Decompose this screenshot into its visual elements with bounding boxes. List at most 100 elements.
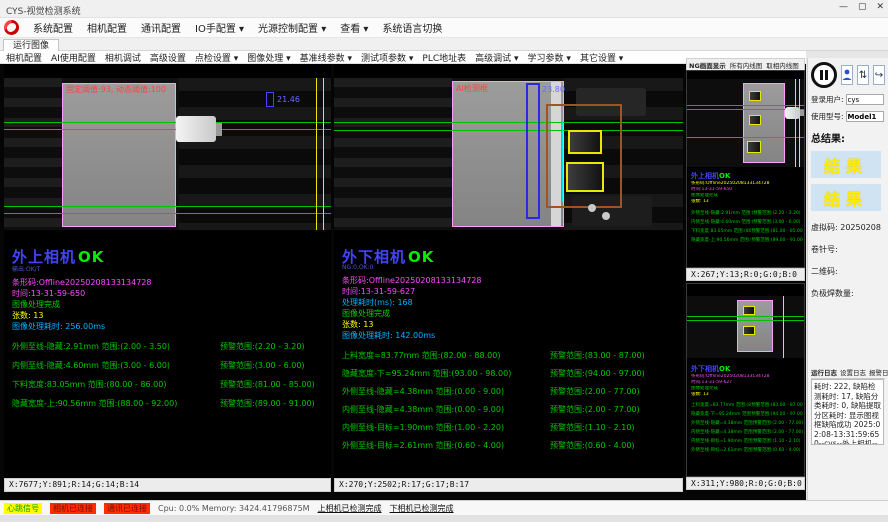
lower-camera-done-text: 下相机已检测完成 (390, 503, 454, 514)
measurement-row: 外侧至线-隐藏:2.91mm 范围:(2.00 - 3.50) 预警范围:(2.… (691, 210, 803, 219)
elapsed-line: 图像处理耗时: 256.00ms (12, 321, 326, 332)
right-camera-image: AI检测框 23.80 (334, 78, 683, 230)
measurement-row: 外侧至线-隐藏=4.38mm 范围:(0.00 - 9.00) 预警范围:(2.… (691, 420, 803, 429)
close-icon[interactable]: ✕ (876, 2, 884, 12)
measurement-row: 隐藏宽度-上:90.56mm 范围:(88.00 - 92.00) 预警范围:(… (12, 398, 326, 417)
barcode-line: 条形码:Offline20250208133134728 (342, 275, 677, 286)
machine-texture (4, 78, 62, 230)
toolbar-item[interactable]: 相机配置 (6, 51, 42, 64)
heartbeat-badge: 心跳信号 (4, 503, 42, 514)
toolbar-item[interactable]: 点检设置 ▾ (195, 51, 238, 64)
right-camera-view[interactable]: AI检测框 23.80 外下相机OK NG:0,OK:0 条形码:Offline… (334, 64, 683, 478)
toolbar-item[interactable]: 高级调试 ▾ (475, 51, 518, 64)
model-input[interactable] (846, 111, 884, 122)
left-coord-bar: X:7677;Y:891;R:14;G:14;B:14 (4, 478, 331, 492)
result-ok: OK (78, 248, 104, 266)
log-text-box[interactable]: 耗时: 222, 缺陷检测耗时: 17, 缺陷分类耗时: 0, 缺陷提取分区耗时… (811, 379, 884, 445)
upper-camera-done-text: 上相机已检测完成 (318, 503, 382, 514)
toolbar-item[interactable]: PLC地址表 (422, 51, 466, 64)
measurement-row: 内侧至线-目标=1.90mm 范围:(1.00 - 2.20) 预警范围:(1.… (342, 422, 677, 440)
thumb-photo (687, 296, 805, 358)
measure-box-blue (526, 83, 540, 219)
menu-item[interactable]: IO手配置 ▾ (195, 20, 244, 35)
user-lock-button[interactable] (841, 65, 853, 85)
side-panel: ⇅ ↪ 登录用户: 使用型号: 总结果: 结果 结果 虚拟码: 20250208… (807, 58, 888, 502)
weld-box-yellow (743, 326, 755, 335)
toolbar-item[interactable]: 学习参数 ▾ (528, 51, 571, 64)
result-ok: OK (408, 248, 434, 266)
model-label: 使用型号: (811, 111, 844, 122)
toolbar-item[interactable]: 测试项参数 ▾ (361, 51, 413, 64)
user-icon (842, 69, 852, 81)
maximize-icon[interactable]: ▢ (858, 2, 867, 12)
swap-button[interactable]: ⇅ (857, 65, 869, 85)
count-line: 张数: 13 (12, 310, 326, 321)
toolbar-item[interactable]: 基准线参数 ▾ (300, 51, 352, 64)
left-camera-image: 固定阈值:93, 动态阈值:100 21.46 (4, 78, 331, 230)
minimize-icon[interactable]: — (839, 2, 848, 12)
measurement-row: 外侧至线-目标=2.61mm 范围:(0.60 - 4.00) 预警范围:(0.… (342, 440, 677, 458)
right-coord-bar: X:270;Y:2502;R:17;G:17;B:17 (334, 478, 683, 492)
measurement-row: 外侧至线-隐藏:2.91mm 范围:(2.00 - 3.50) 预警范围:(2.… (12, 341, 326, 360)
thumb-result-block: 外上相机OK 条形码:Offline20250208133134728 时间:1… (691, 171, 803, 246)
menu-item[interactable]: 相机配置 (87, 20, 127, 35)
arrows-up-down-icon: ⇅ (859, 70, 867, 81)
pause-button[interactable] (811, 62, 837, 88)
menu-item[interactable]: 系统配置 (33, 20, 73, 35)
tab-run-image[interactable]: 运行图像 (3, 39, 59, 51)
measurement-row: 外侧至线-目标=2.61mm 范围:(0.60 - 4.00) 预警范围:(0.… (691, 447, 803, 456)
toolbar-item[interactable]: 其它设置 ▾ (580, 51, 623, 64)
result-box-upper: 结果 (811, 151, 881, 178)
roi-box-brown (546, 104, 622, 208)
menu-item[interactable]: 通讯配置 (141, 20, 181, 35)
thumb-tab[interactable]: 取相内线图 (766, 60, 799, 70)
left-camera-view[interactable]: 固定阈值:93, 动态阈值:100 21.46 外上相机OK 输出:OK/T 条… (4, 64, 331, 478)
bolt-head (602, 212, 610, 220)
right-result-block: 外下相机OK NG:0,OK:0 条形码:Offline202502081331… (342, 246, 677, 458)
measurement-row: 内侧至线-目标=1.90mm 范围:(1.00 - 2.20) 预警范围:(1.… (691, 438, 803, 447)
baseline-green (4, 213, 331, 214)
baseline-green (334, 122, 683, 123)
logout-arrow-icon: ↪ (875, 70, 883, 81)
toolbar-item[interactable]: 图像处理 ▾ (247, 51, 290, 64)
cpu-memory-text: Cpu: 0.0% Memory: 3424.41796875M (158, 504, 310, 513)
count-line: 张数: 13 (691, 392, 803, 398)
thumb-tab[interactable]: 所有内线图 (730, 60, 763, 70)
measure-value-overlay: 23.80 (542, 85, 565, 94)
edge-line-cyan (562, 122, 563, 202)
measure-box-blue (266, 92, 274, 107)
measurement-rows: 上料宽度=83.77mm 范围:(82.00 - 88.00) 预警范围:(83… (342, 350, 677, 458)
app-logo-icon (4, 20, 19, 35)
total-result-label: 总结果: (811, 130, 885, 145)
weld-count-label: 负极焊数量: (811, 288, 885, 299)
measurement-row: 内侧至线-隐藏:4.60mm 范围:(3.00 - 6.00) 预警范围:(3.… (691, 219, 803, 228)
menu-item[interactable]: 系统语言切换 (382, 20, 442, 35)
log-tab[interactable]: 报警日志 (869, 367, 888, 377)
thumb-tab[interactable]: NG画面显示 (689, 60, 726, 70)
tab-strip: 运行图像 (0, 38, 888, 51)
thumb-view-upper[interactable]: 外上相机OK 条形码:Offline20250208133134728 时间:1… (686, 70, 805, 268)
toolbar-item[interactable]: 相机调试 (105, 51, 141, 64)
thumb-result-block: 外下相机OK 条形码:Offline20250208133134728 时间:1… (691, 364, 803, 456)
log-tabs: 运行日志设置日志报警日志 (811, 367, 885, 379)
baseline-green (687, 316, 805, 317)
baseline-green (687, 320, 805, 321)
toolbar-item[interactable]: 高级设置 (150, 51, 186, 64)
measurement-row: 上料宽度=83.77mm 范围:(82.00 - 88.00) 预警范围:(83… (691, 402, 803, 411)
menu-item[interactable]: 查看 ▾ (340, 20, 368, 35)
exit-button[interactable]: ↪ (873, 65, 885, 85)
measurement-row: 隐藏宽度-上:90.56mm 范围:(88.00 - 92.00) 预警范围:(… (691, 237, 803, 246)
baseline-green (4, 129, 331, 130)
log-tab[interactable]: 设置日志 (840, 367, 866, 377)
status-line: 图像处理完成 (342, 308, 677, 319)
machine-texture (334, 78, 452, 230)
measurement-rows: 上料宽度=83.77mm 范围:(82.00 - 88.00) 预警范围:(83… (691, 402, 803, 456)
edge-line-yellow (316, 78, 317, 230)
log-tab[interactable]: 运行日志 (811, 367, 837, 377)
menu-item[interactable]: 光源控制配置 ▾ (258, 20, 326, 35)
toolbar-item[interactable]: AI使用配置 (51, 51, 96, 64)
thumb-view-lower[interactable]: 外下相机OK 条形码:Offline20250208133134728 时间:1… (686, 283, 805, 477)
edge-line-yellow (323, 78, 324, 230)
login-user-input[interactable] (846, 94, 884, 105)
window-footer (0, 515, 888, 522)
